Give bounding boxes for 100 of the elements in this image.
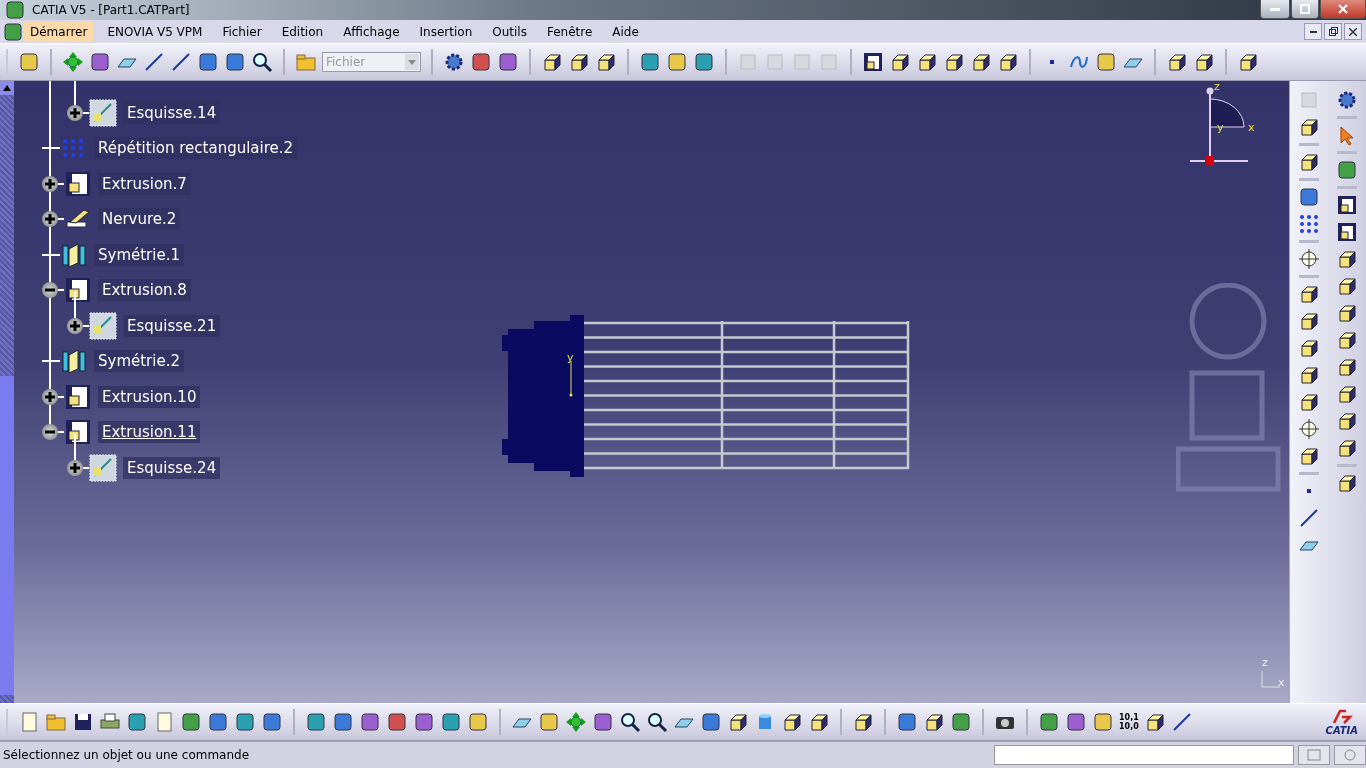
cube-icon[interactable] <box>541 51 563 73</box>
cube-icon[interactable] <box>889 51 911 73</box>
cube-icon[interactable] <box>1298 337 1320 359</box>
cube-icon[interactable] <box>1336 472 1358 494</box>
folder-icon[interactable] <box>295 51 317 73</box>
collapse-icon[interactable] <box>42 424 58 441</box>
cube-icon[interactable] <box>568 51 590 73</box>
cube-icon[interactable] <box>1298 364 1320 386</box>
cube-icon[interactable] <box>852 711 874 733</box>
crosshair-icon[interactable] <box>1298 418 1320 440</box>
menu-item[interactable]: Insertion <box>413 21 479 42</box>
axis-label: y <box>567 351 574 364</box>
tree-item[interactable]: Extrusion.8 <box>98 279 191 302</box>
line-icon[interactable] <box>143 51 165 73</box>
cube-icon[interactable] <box>1336 356 1358 378</box>
magnifier-icon[interactable] <box>251 51 273 73</box>
close-icon <box>1349 27 1357 36</box>
cube-icon[interactable] <box>1298 283 1320 305</box>
expand-icon[interactable] <box>42 388 58 405</box>
tree-item[interactable]: Extrusion.11 <box>98 421 201 444</box>
magnifier-icon[interactable] <box>619 711 641 733</box>
expand-icon[interactable] <box>42 175 58 192</box>
tree-item[interactable]: Nervure.2 <box>98 208 181 231</box>
menu-item[interactable]: Fenêtre <box>540 21 599 42</box>
tree-item[interactable]: Répétition rectangulaire.2 <box>94 137 298 160</box>
close-button[interactable] <box>1344 23 1362 40</box>
cube-icon[interactable] <box>1193 51 1215 73</box>
cube-icon[interactable] <box>1336 383 1358 405</box>
cube-icon[interactable] <box>1166 51 1188 73</box>
four-arrows-icon[interactable] <box>62 51 84 73</box>
cube-icon[interactable] <box>1298 116 1320 138</box>
cube-icon[interactable] <box>1336 437 1358 459</box>
menu-item[interactable]: Aide <box>606 21 645 42</box>
menu-item[interactable]: ENOVIA V5 VPM <box>101 21 209 42</box>
cube-icon[interactable] <box>997 51 1019 73</box>
collapse-icon[interactable] <box>42 282 58 299</box>
window-icon <box>1307 749 1321 761</box>
command-field[interactable] <box>994 745 1294 765</box>
minimize-button[interactable] <box>1260 0 1290 19</box>
menu-item[interactable]: Démarrer <box>24 21 94 42</box>
pad-icon[interactable] <box>1336 194 1358 216</box>
cube-icon[interactable] <box>923 711 945 733</box>
axis-label: x <box>1278 676 1285 689</box>
menu-item[interactable]: Outils <box>486 21 533 42</box>
close-button[interactable] <box>1320 0 1366 19</box>
menu-item[interactable]: Edition <box>275 21 330 42</box>
units-icon[interactable]: 10,1 10,0 <box>1119 713 1139 731</box>
tree-item[interactable]: Esquisse.14 <box>123 101 221 124</box>
status-message: Sélectionnez un objet ou une commande <box>3 748 250 762</box>
tree-item[interactable]: Symétrie.1 <box>94 243 184 266</box>
crosshair-icon[interactable] <box>1298 248 1320 270</box>
restore-icon <box>1328 27 1338 36</box>
cube-icon[interactable] <box>1237 51 1259 73</box>
axis-label: x <box>1248 121 1255 134</box>
tree-item[interactable]: Symétrie.2 <box>94 350 184 373</box>
expand-icon[interactable] <box>67 459 83 476</box>
expand-icon[interactable] <box>67 317 83 334</box>
gear-icon[interactable] <box>443 51 465 73</box>
magnifier-icon[interactable] <box>646 711 668 733</box>
gear-icon[interactable] <box>1336 89 1358 111</box>
four-arrows-icon[interactable] <box>565 711 587 733</box>
cube-icon[interactable] <box>1298 151 1320 173</box>
cube-icon[interactable] <box>1298 445 1320 467</box>
expand-icon[interactable] <box>67 104 83 121</box>
tree-item[interactable]: Extrusion.10 <box>98 385 201 408</box>
cube-icon[interactable] <box>1336 302 1358 324</box>
cube-icon[interactable] <box>1336 329 1358 351</box>
folder-icon[interactable] <box>45 711 67 733</box>
cube-icon[interactable] <box>808 711 830 733</box>
cube-icon[interactable] <box>1298 391 1320 413</box>
cube-icon[interactable] <box>1336 275 1358 297</box>
cube-icon[interactable] <box>916 51 938 73</box>
cube-icon[interactable] <box>727 711 749 733</box>
restore-button[interactable] <box>1324 23 1342 40</box>
cube-icon[interactable] <box>781 711 803 733</box>
cube-icon[interactable] <box>970 51 992 73</box>
expand-icon[interactable] <box>42 211 58 228</box>
menu-item[interactable]: Affichage <box>337 21 406 42</box>
axis-label: y <box>1217 121 1224 134</box>
tree-item[interactable]: Esquisse.24 <box>123 456 221 479</box>
dot-grid-icon[interactable] <box>1298 213 1320 235</box>
cube-icon[interactable] <box>595 51 617 73</box>
close-icon <box>1338 4 1348 14</box>
tree-item[interactable]: Extrusion.7 <box>98 172 191 195</box>
scroll-up-icon[interactable] <box>3 85 11 91</box>
cube-icon[interactable] <box>1336 410 1358 432</box>
tree-item[interactable]: Esquisse.21 <box>123 314 221 337</box>
cube-icon[interactable] <box>1336 248 1358 270</box>
pad-icon[interactable] <box>1336 221 1358 243</box>
maximize-button[interactable] <box>1291 0 1319 19</box>
line-icon[interactable] <box>1298 507 1320 529</box>
scrollbar[interactable] <box>0 81 14 703</box>
part-drawing[interactable] <box>500 315 912 479</box>
minimize-button[interactable] <box>1304 23 1322 40</box>
pad-icon[interactable] <box>862 51 884 73</box>
line-icon[interactable] <box>170 51 192 73</box>
cube-icon[interactable] <box>1298 310 1320 332</box>
cube-icon[interactable] <box>943 51 965 73</box>
3d-viewport[interactable]: Esquisse.14 Répétition rectangulaire.2 Extrusion.7 Nervure.2 Symétrie.1 Extrusion.8 Esquisse.21 Symétrie.2 Extrusion.10 Extrusion.11 Esquisse.24 z y x y z x <box>0 81 1289 703</box>
menu-item[interactable]: Fichier <box>216 21 268 42</box>
